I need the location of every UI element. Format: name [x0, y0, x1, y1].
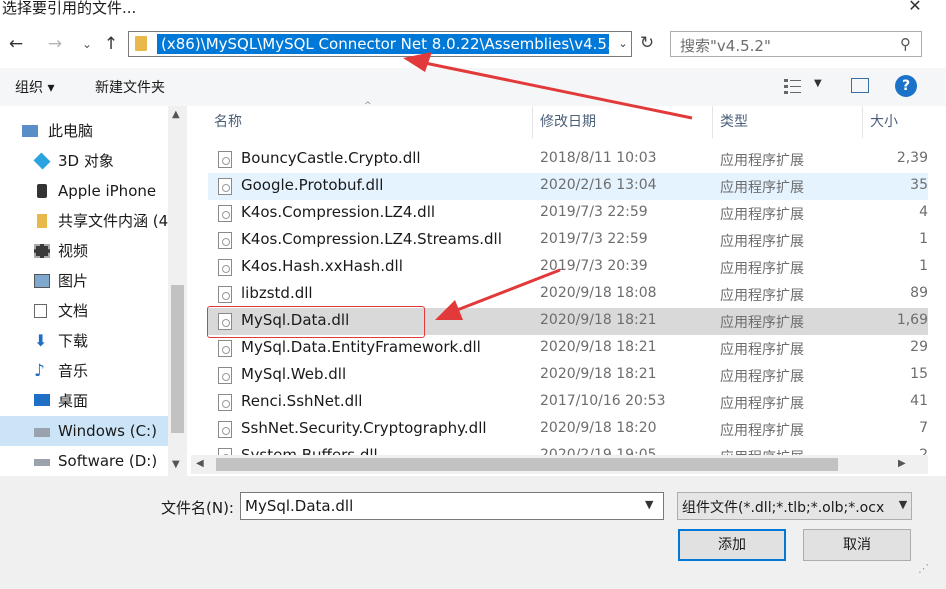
- scroll-right-icon[interactable]: ▶: [898, 458, 906, 469]
- back-arrow-icon[interactable]: ←: [5, 33, 27, 55]
- file-row[interactable]: Google.Protobuf.dll 2020/2/16 13:04 应用程序…: [208, 173, 928, 200]
- dll-file-icon: [218, 448, 232, 455]
- sidebar-item-3d-objects[interactable]: 3D 对象: [0, 146, 168, 176]
- dll-file-icon: [218, 367, 232, 384]
- dll-file-icon: [218, 232, 232, 249]
- music-icon: ♪: [34, 361, 45, 381]
- document-icon: [34, 304, 47, 318]
- drive-icon: [34, 428, 50, 437]
- column-divider[interactable]: [862, 106, 863, 138]
- chevron-down-icon[interactable]: ▼: [894, 498, 911, 511]
- sidebar-item-documents[interactable]: 文档: [0, 296, 168, 326]
- dll-file-icon: [218, 394, 232, 411]
- download-icon: ⬇: [34, 331, 48, 350]
- sidebar-item-videos[interactable]: 视频: [0, 236, 168, 266]
- address-path[interactable]: (x86)\MySQL\MySQL Connector Net 8.0.22\A…: [161, 34, 621, 54]
- navigation-pane: 此电脑 3D 对象 Apple iPhone 共享文件内涵 (4 视频 图片 文…: [0, 106, 187, 476]
- title-bar: 选择要引用的文件... ✕: [0, 0, 946, 20]
- file-row[interactable]: BouncyCastle.Crypto.dll 2018/8/11 10:03 …: [208, 146, 928, 173]
- annotation-highlight-box: [207, 306, 425, 338]
- dll-file-icon: [218, 286, 232, 303]
- file-row[interactable]: MySql.Data.EntityFramework.dll 2020/9/18…: [208, 335, 928, 362]
- file-row[interactable]: Renci.SshNet.dll 2017/10/16 20:53 应用程序扩展…: [208, 389, 928, 416]
- dll-file-icon: [218, 259, 232, 276]
- folder-icon: [135, 36, 147, 51]
- phone-icon: [37, 184, 47, 198]
- file-row[interactable]: System.Buffers.dll 2020/2/19 19:05 应用程序扩…: [208, 443, 928, 455]
- new-folder-button[interactable]: 新建文件夹: [95, 77, 165, 97]
- sidebar-item-downloads[interactable]: ⬇ 下载: [0, 326, 168, 356]
- help-icon[interactable]: ?: [895, 75, 917, 97]
- organize-button[interactable]: 组织 ▾: [15, 77, 54, 97]
- filetype-value: 组件文件(*.dll;*.tlb;*.olb;*.ocx: [682, 500, 885, 516]
- file-row[interactable]: K4os.Compression.LZ4.dll 2019/7/3 22:59 …: [208, 200, 928, 227]
- view-options-icon[interactable]: [783, 77, 803, 95]
- close-icon[interactable]: ✕: [903, 0, 927, 16]
- file-row[interactable]: SshNet.Security.Cryptography.dll 2020/9/…: [208, 416, 928, 443]
- search-input[interactable]: 搜索"v4.5.2" ⚲: [670, 31, 922, 57]
- window-title: 选择要引用的文件...: [2, 0, 137, 17]
- horizontal-scroll-thumb[interactable]: [216, 458, 838, 471]
- sidebar-item-apple-iphone[interactable]: Apple iPhone: [0, 176, 168, 206]
- column-header-name[interactable]: 名称: [214, 106, 242, 138]
- column-header-type[interactable]: 类型: [720, 106, 748, 138]
- list-vertical-scrollbar[interactable]: [928, 138, 946, 458]
- resize-grip-icon[interactable]: ⋰: [918, 562, 929, 575]
- column-divider[interactable]: [712, 106, 713, 138]
- search-icon[interactable]: ⚲: [900, 35, 911, 53]
- forward-arrow-icon[interactable]: →: [44, 33, 66, 55]
- scroll-down-icon[interactable]: ▼: [172, 459, 180, 470]
- file-row[interactable]: MySql.Web.dll 2020/9/18 18:21 应用程序扩展 15: [208, 362, 928, 389]
- dll-file-icon: [218, 205, 232, 222]
- address-bar[interactable]: (x86)\MySQL\MySQL Connector Net 8.0.22\A…: [128, 31, 632, 57]
- recent-dropdown-icon[interactable]: ⌄: [76, 33, 98, 55]
- computer-icon: [22, 125, 38, 137]
- sidebar-item-music[interactable]: ♪ 音乐: [0, 356, 168, 386]
- desktop-icon: [34, 394, 50, 406]
- sidebar-item-pictures[interactable]: 图片: [0, 266, 168, 296]
- column-divider[interactable]: [532, 106, 533, 138]
- cancel-button[interactable]: 取消: [803, 529, 911, 561]
- chevron-down-icon[interactable]: ▼: [814, 78, 822, 89]
- video-icon: [34, 244, 50, 258]
- scroll-left-icon[interactable]: ◀: [196, 458, 204, 469]
- column-header-modified[interactable]: 修改日期: [540, 106, 596, 138]
- cube-3d-icon: [33, 152, 51, 170]
- column-header-size[interactable]: 大小: [870, 106, 898, 138]
- filetype-select[interactable]: 组件文件(*.dll;*.tlb;*.olb;*.ocx ▼: [677, 492, 912, 520]
- dll-file-icon: [218, 421, 232, 438]
- dll-file-icon: [218, 151, 232, 168]
- file-row[interactable]: K4os.Hash.xxHash.dll 2019/7/3 20:39 应用程序…: [208, 254, 928, 281]
- search-placeholder: 搜索"v4.5.2": [680, 37, 771, 55]
- sort-up-icon: ^: [364, 101, 372, 111]
- dll-file-icon: [218, 340, 232, 357]
- up-arrow-icon[interactable]: ↑: [100, 33, 122, 55]
- filename-input[interactable]: MySql.Data.dll ▼: [240, 492, 664, 520]
- file-row[interactable]: K4os.Compression.LZ4.Streams.dll 2019/7/…: [208, 227, 928, 254]
- add-button[interactable]: 添加: [678, 529, 786, 561]
- preview-pane-icon[interactable]: [851, 78, 869, 93]
- chevron-down-icon[interactable]: ▼: [645, 498, 653, 511]
- sidebar-item-this-pc[interactable]: 此电脑: [0, 116, 168, 146]
- sidebar-item-windows-c[interactable]: Windows (C:): [0, 416, 168, 446]
- folder-icon: [37, 214, 47, 228]
- drive-icon: [34, 459, 50, 466]
- scroll-up-icon[interactable]: ▲: [172, 109, 180, 120]
- chevron-down-icon[interactable]: ⌄: [615, 34, 631, 54]
- filename-value: MySql.Data.dll: [245, 497, 354, 515]
- file-row[interactable]: libzstd.dll 2020/9/18 18:08 应用程序扩展 89: [208, 281, 928, 308]
- dll-file-icon: [218, 178, 232, 195]
- sidebar-item-desktop[interactable]: 桌面: [0, 386, 168, 416]
- filename-label: 文件名(N):: [161, 499, 234, 517]
- sidebar-item-shared-folder[interactable]: 共享文件内涵 (4: [0, 206, 168, 236]
- sidebar-item-software-d[interactable]: Software (D:): [0, 446, 168, 476]
- sidebar-scroll-thumb[interactable]: [171, 285, 184, 433]
- picture-icon: [34, 274, 50, 288]
- refresh-icon[interactable]: ↻: [637, 33, 657, 55]
